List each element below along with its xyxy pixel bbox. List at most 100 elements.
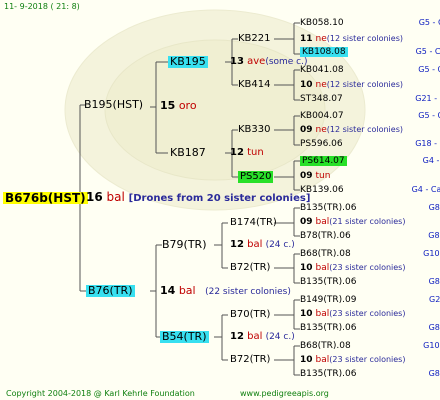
mother-breeding-info: 14 bal (22 sister colonies) bbox=[160, 285, 291, 298]
gen4-note: (23 sister colonies) bbox=[329, 309, 406, 318]
kb195-breeding-info: 13 ave(some c.) bbox=[230, 56, 308, 68]
gen4-number: 09 bbox=[300, 171, 313, 181]
gen4-race: ne bbox=[315, 34, 327, 44]
gen4-origin-info: G18 - Sinop72R bbox=[415, 139, 440, 148]
root-race: bal bbox=[106, 190, 125, 204]
gen4-origin-info: G10 - NO6294R bbox=[423, 341, 440, 350]
gen4-note: (23 sister colonies) bbox=[329, 355, 406, 364]
b79-number: 12 bbox=[230, 239, 244, 250]
gen4-origin-info: G21 - Sinop62R bbox=[415, 94, 440, 103]
mother-note: (22 sister colonies) bbox=[205, 287, 291, 297]
b72-queen-b: B72(TR) bbox=[230, 354, 271, 365]
gen4-row: 10 bal(23 sister colonies) bbox=[300, 262, 405, 274]
gen4-number: 10 bbox=[300, 309, 313, 319]
b54-queen: B54(TR) bbox=[160, 330, 209, 343]
gen4-row: 10 ne(12 sister colonies) bbox=[300, 79, 403, 91]
b54-breeding-info: 12 bal (24 c.) bbox=[230, 331, 295, 343]
pedigree-canvas: 11- 9-2018 ( 21: 8) B676b(HST) 16 bal [D… bbox=[0, 0, 440, 400]
gen4-number: 10 bbox=[300, 263, 313, 273]
father-queen: B195(HST) bbox=[84, 98, 144, 111]
gen4-queen-name: B135(TR).06 bbox=[300, 369, 357, 379]
gen4-queen-name: B149(TR).09 bbox=[300, 295, 357, 305]
gen4-origin-info: G8 - Takab93aR bbox=[428, 323, 440, 332]
gen4-queen-name: KB004.07 bbox=[300, 111, 344, 121]
gen4-row: PS596.06 G18 - Sinop72R bbox=[300, 138, 440, 150]
root-number: 16 bbox=[86, 190, 103, 204]
root-drone-note: [Drones from 20 sister colonies] bbox=[128, 193, 311, 204]
kb187-breeding-info: 12 tun bbox=[230, 147, 264, 159]
gen4-race: bal bbox=[315, 263, 330, 273]
gen4-note: (12 sister colonies) bbox=[326, 125, 403, 134]
b79-breeding-info: 12 bal (24 c.) bbox=[230, 239, 295, 251]
gen4-number: 09 bbox=[300, 217, 313, 227]
kb414-queen: KB414 bbox=[238, 79, 271, 90]
gen4-row: B135(TR).06 G8 - Takab93aR bbox=[300, 276, 440, 288]
footer-copyright: Copyright 2004-2018 @ Karl Kehrle Founda… bbox=[6, 389, 195, 398]
gen4-queen-name: KB041.08 bbox=[300, 65, 344, 75]
b79-race: bal bbox=[247, 239, 263, 250]
gen4-origin-info: G5 - Carnic99R bbox=[418, 111, 440, 120]
gen4-row: 09 ne(12 sister colonies) bbox=[300, 124, 403, 136]
kb195-race: ave bbox=[247, 56, 266, 67]
gen4-row: KB041.08 G5 - Carnic99R bbox=[300, 64, 440, 76]
gen4-note: (12 sister colonies) bbox=[326, 80, 403, 89]
kb187-number: 12 bbox=[230, 147, 244, 158]
gen4-queen-name: B135(TR).06 bbox=[300, 323, 357, 333]
gen4-row: KB004.07 G5 - Carnic99R bbox=[300, 110, 440, 122]
gen4-origin-info: G8 - Takab93aR bbox=[428, 203, 440, 212]
gen4-number: 09 bbox=[300, 125, 313, 135]
gen4-row: 11 ne(12 sister colonies) bbox=[300, 33, 403, 45]
gen4-queen-name: KB108.08 bbox=[300, 47, 348, 57]
gen4-queen-name: PS614.07 bbox=[300, 156, 347, 166]
kb195-number: 13 bbox=[230, 56, 244, 67]
father-breeding-info: 15 oro bbox=[160, 100, 197, 112]
gen4-row: 09 tun bbox=[300, 170, 330, 182]
gen4-note: (21 sister colonies) bbox=[329, 217, 406, 226]
gen4-race: bal bbox=[315, 217, 330, 227]
gen4-queen-name: B68(TR).08 bbox=[300, 249, 351, 259]
kb221-queen: KB221 bbox=[238, 33, 271, 44]
b79-queen: B79(TR) bbox=[162, 238, 207, 251]
kb195-queen: KB195 bbox=[168, 55, 208, 68]
gen4-number: 10 bbox=[300, 355, 313, 365]
gen4-row: ST348.07 G21 - Sinop62R bbox=[300, 93, 440, 105]
gen4-origin-info: G4 - Sahar00Q bbox=[422, 156, 440, 165]
ps520-queen: PS520 bbox=[238, 171, 274, 183]
gen4-queen-name: B68(TR).08 bbox=[300, 341, 351, 351]
b70-queen: B70(TR) bbox=[230, 309, 271, 320]
gen4-race: bal bbox=[315, 309, 330, 319]
gen4-queen-name: B135(TR).06 bbox=[300, 277, 357, 287]
gen4-origin-info: G8 - Takab93aR bbox=[428, 369, 440, 378]
gen4-row: B135(TR).06 G8 - Takab93aR bbox=[300, 368, 440, 380]
gen4-origin-info: G4 - Carpath00R bbox=[411, 185, 440, 194]
gen4-origin-info: G5 - Carpath00R bbox=[415, 47, 440, 56]
footer-site-link[interactable]: www.pedigreeapis.org bbox=[240, 389, 329, 398]
root-breeding-info: 16 bal [Drones from 20 sister colonies] bbox=[86, 191, 310, 205]
kb330-queen: KB330 bbox=[238, 124, 271, 135]
gen4-note: (23 sister colonies) bbox=[329, 263, 406, 272]
gen4-queen-name: ST348.07 bbox=[300, 94, 343, 104]
father-race: oro bbox=[178, 99, 197, 112]
gen4-race: tun bbox=[315, 171, 331, 181]
gen4-origin-info: G8 - Takab93aR bbox=[428, 277, 440, 286]
gen4-number: 11 bbox=[300, 34, 313, 44]
gen4-queen-name: B78(TR).06 bbox=[300, 231, 351, 241]
gen4-queen-name: B135(TR).06 bbox=[300, 203, 357, 213]
gen4-row: KB108.08 G5 - Carpath00R bbox=[300, 46, 440, 58]
father-number: 15 bbox=[160, 99, 176, 112]
gen4-row: B78(TR).06 G8 - NO6294R bbox=[300, 230, 440, 242]
gen4-origin-info: G10 - NO6294R bbox=[423, 249, 440, 258]
gen4-row: 09 bal(21 sister colonies) bbox=[300, 216, 405, 228]
gen4-note: (12 sister colonies) bbox=[326, 34, 403, 43]
gen4-row: B68(TR).08 G10 - NO6294R bbox=[300, 248, 440, 260]
gen4-row: 10 bal(23 sister colonies) bbox=[300, 308, 405, 320]
gen4-row: B149(TR).09 G24 - Sinop62R bbox=[300, 294, 440, 306]
gen4-row: PS614.07 G4 - Sahar00Q bbox=[300, 155, 440, 167]
gen4-race: ne bbox=[315, 80, 327, 90]
mother-race: bal bbox=[178, 284, 196, 297]
gen4-row: KB058.10 G5 - Cauca02R bbox=[300, 17, 440, 29]
gen4-row: B135(TR).06 G8 - Takab93aR bbox=[300, 202, 440, 214]
gen4-origin-info: G8 - NO6294R bbox=[428, 231, 440, 240]
kb187-race: tun bbox=[247, 147, 264, 158]
gen4-queen-name: PS596.06 bbox=[300, 139, 343, 149]
